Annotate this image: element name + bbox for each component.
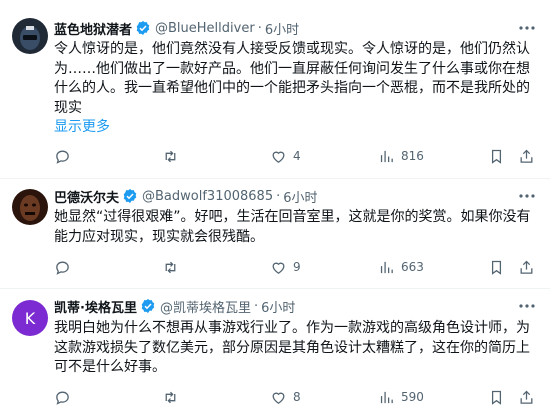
tweet[interactable]: K 凯蒂·埃格瓦里 @凯蒂埃格瓦里 · 6小时 我明白她为什么不想再从事游戏行业… — [0, 288, 550, 411]
timestamp[interactable]: 6小时 — [265, 19, 299, 38]
reply-icon — [56, 391, 69, 405]
like-count: 9 — [293, 260, 301, 274]
retweet-icon — [165, 391, 176, 403]
more-icon[interactable] — [516, 297, 538, 315]
bookmark-icon — [491, 149, 502, 164]
views-button[interactable]: 816 — [378, 146, 424, 166]
separator-dot: · — [257, 20, 262, 36]
tweet-text-block: 我明白她为什么不想再从事游戏行业了。作为一款游戏的高级角色设计师，为这款游戏损失… — [54, 319, 534, 378]
reply-button[interactable] — [54, 387, 71, 407]
tweet-text: 令人惊讶的是，他们竟然没有人接受反馈或现实。令人惊讶的是，他们仍然认为……他们做… — [54, 41, 530, 116]
like-button[interactable]: 9 — [270, 257, 301, 277]
share-button[interactable] — [518, 387, 535, 407]
action-bar: 4 816 — [54, 146, 533, 166]
tweet-text-block: 她显然“过得很艰难”。好吧，生活在回音室里，这就是你的奖赏。如果你没有能力应对现… — [54, 208, 534, 247]
separator-dot: · — [276, 188, 281, 204]
tweet-text: 我明白她为什么不想再从事游戏行业了。作为一款游戏的高级角色设计师，为这款游戏损失… — [54, 320, 530, 375]
views-button[interactable]: 663 — [378, 257, 424, 277]
bookmark-icon — [491, 260, 502, 275]
share-icon — [520, 260, 533, 274]
bookmark-button[interactable] — [488, 146, 505, 166]
more-icon[interactable] — [516, 187, 538, 205]
bookmark-button[interactable] — [488, 387, 505, 407]
handle[interactable]: @凯蒂埃格瓦里 — [160, 297, 251, 316]
tweet[interactable]: 巴德沃尔夫 @Badwolf31008685 · 6小时 她显然“过得很艰难”。… — [0, 178, 550, 288]
reply-button[interactable] — [54, 257, 71, 277]
reply-icon — [56, 150, 69, 164]
like-count: 8 — [293, 390, 301, 404]
share-button[interactable] — [518, 146, 535, 166]
verified-badge-icon — [140, 298, 156, 314]
timestamp[interactable]: 6小时 — [261, 297, 295, 316]
retweet-button[interactable] — [162, 257, 179, 277]
display-name[interactable]: 巴德沃尔夫 — [54, 187, 119, 206]
like-icon — [272, 151, 285, 163]
tweet-text: 她显然“过得很艰难”。好吧，生活在回音室里，这就是你的奖赏。如果你没有能力应对现… — [54, 209, 531, 245]
views-icon — [380, 391, 393, 403]
display-name[interactable]: 蓝色地狱潜者 — [54, 19, 132, 38]
retweet-icon — [165, 261, 176, 273]
verified-badge-icon — [135, 20, 151, 36]
more-icon[interactable] — [516, 19, 538, 37]
tweet[interactable]: 蓝色地狱潜者 @BlueHelldiver · 6小时 令人惊讶的是，他们竟然没… — [0, 0, 550, 178]
view-count: 816 — [401, 149, 424, 163]
share-icon — [520, 149, 533, 163]
views-icon — [380, 150, 393, 162]
separator-dot: · — [253, 298, 259, 314]
like-icon — [272, 262, 285, 274]
tweet-text-block: 令人惊讶的是，他们竟然没有人接受反馈或现实。令人惊讶的是，他们仍然认为……他们做… — [54, 40, 534, 137]
reply-icon — [56, 261, 69, 275]
views-button[interactable]: 590 — [378, 387, 424, 407]
avatar[interactable]: K — [12, 300, 48, 336]
retweet-button[interactable] — [162, 146, 179, 166]
avatar[interactable] — [12, 18, 48, 54]
avatar[interactable] — [12, 189, 48, 225]
view-count: 590 — [401, 390, 424, 404]
like-button[interactable]: 4 — [270, 146, 301, 166]
handle[interactable]: @BlueHelldiver — [155, 21, 255, 36]
retweet-icon — [165, 150, 176, 162]
view-count: 663 — [401, 260, 424, 274]
action-bar: 9 663 — [54, 257, 533, 277]
bookmark-icon — [491, 390, 502, 405]
retweet-button[interactable] — [162, 387, 179, 407]
action-bar: 8 590 — [54, 387, 533, 407]
bookmark-button[interactable] — [488, 257, 505, 277]
share-button[interactable] — [518, 257, 535, 277]
timestamp[interactable]: 6小时 — [283, 187, 317, 206]
verified-badge-icon — [122, 188, 138, 204]
reply-button[interactable] — [54, 146, 71, 166]
views-icon — [380, 261, 393, 273]
share-icon — [520, 390, 533, 404]
like-button[interactable]: 8 — [270, 387, 301, 407]
handle[interactable]: @Badwolf31008685 — [142, 189, 273, 204]
like-count: 4 — [293, 149, 301, 163]
show-more-link[interactable]: 显示更多 — [54, 118, 534, 137]
display-name[interactable]: 凯蒂·埃格瓦里 — [54, 297, 137, 316]
like-icon — [272, 392, 285, 404]
